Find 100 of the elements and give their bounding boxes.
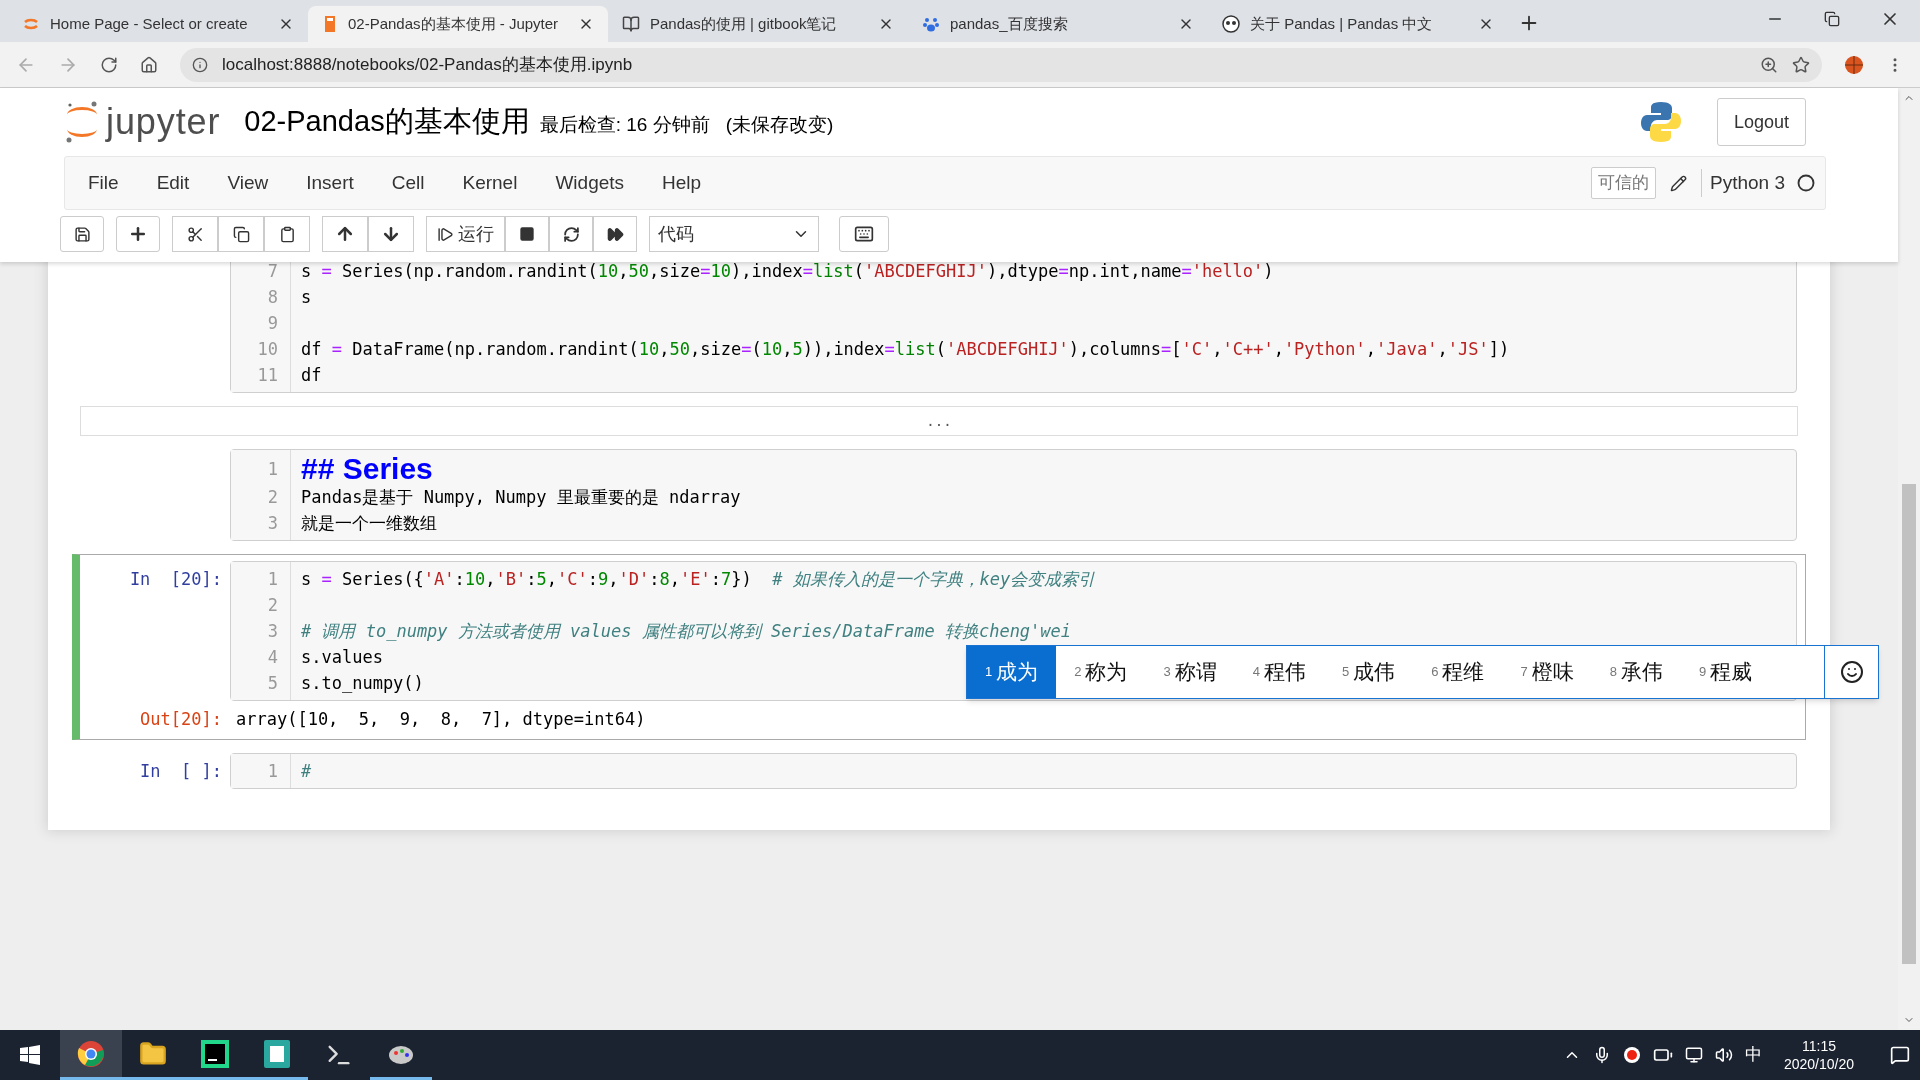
line-number: 9 bbox=[267, 312, 278, 335]
book-icon bbox=[622, 15, 640, 33]
notebook-cell[interactable]: 1 2 3 ## Series Pandas是基于 Numpy, Numpy 里最重要的是 ndarray 就是一个一维数组 bbox=[72, 442, 1806, 548]
code-editor[interactable]: 1 2 3 ## Series Pandas是基于 Numpy, Numpy 里最重要的是 ndarray 就是一个一维数组 bbox=[230, 449, 1797, 541]
code-editor[interactable]: 1 # bbox=[230, 752, 1797, 789]
notification-icon[interactable] bbox=[1890, 1045, 1910, 1065]
menu-item[interactable]: Insert bbox=[287, 168, 373, 198]
panda-icon bbox=[1222, 15, 1240, 33]
candidate-number: 1 bbox=[985, 663, 993, 682]
tab-title: 关于 Pandas | Pandas 中文 bbox=[1250, 13, 1434, 34]
line-number: 11 bbox=[257, 364, 278, 387]
line-number: 1 bbox=[267, 568, 278, 591]
save-button[interactable] bbox=[60, 216, 104, 252]
trusted-indicator[interactable]: 可信的 bbox=[1591, 167, 1656, 199]
interrupt-button[interactable] bbox=[505, 216, 549, 252]
windows-logo-icon[interactable] bbox=[20, 1045, 40, 1065]
input-mode[interactable]: 中 bbox=[1744, 1042, 1762, 1068]
code-line: df = DataFrame(np.random.randint(10,50,size=(10,5)),index=list('ABCDEFGHIJ'),columns=['C','C++','Python','Java','JS']) bbox=[301, 338, 1510, 361]
tab-title: Home Page - Select or create bbox=[50, 13, 249, 34]
run-all-button[interactable] bbox=[593, 216, 637, 252]
checkpoint-status: 最后检查: 16 分钟前 bbox=[539, 112, 710, 137]
ime-candidate[interactable]: 9 程威 bbox=[1680, 646, 1771, 698]
restart-button[interactable] bbox=[549, 216, 593, 252]
zoom-icon[interactable] bbox=[1760, 55, 1778, 74]
ime-candidate[interactable]: 2 称为 bbox=[1056, 646, 1146, 698]
scrollbar-thumb[interactable] bbox=[1902, 484, 1916, 964]
ball-icon[interactable] bbox=[1844, 54, 1864, 75]
copy-button[interactable] bbox=[218, 216, 264, 252]
ime-candidate[interactable]: 5 成伟 bbox=[1323, 646, 1414, 698]
ime-candidate[interactable]: 8 承伟 bbox=[1591, 646, 1681, 698]
reload-icon[interactable] bbox=[100, 55, 118, 74]
candidate-number: 3 bbox=[1163, 663, 1171, 682]
menu-item[interactable]: Kernel bbox=[443, 168, 537, 198]
address-bar[interactable]: localhost:8888/notebooks/02-Pandas的基本使用.ipynb bbox=[180, 47, 1822, 82]
move-down-button[interactable] bbox=[368, 216, 414, 252]
candidate-text: 程伟 bbox=[1263, 659, 1306, 686]
paste-button[interactable] bbox=[264, 216, 310, 252]
browser-tab[interactable]: 02-Pandas的基本使用 - Jupyter bbox=[308, 6, 608, 42]
url-text: localhost:8888/notebooks/02-Pandas的基本使用.ipynb bbox=[222, 53, 634, 76]
cut-button[interactable] bbox=[172, 216, 218, 252]
code-line: df bbox=[301, 364, 322, 387]
browser-tab[interactable]: 关于 Pandas | Pandas 中文 bbox=[1208, 6, 1508, 42]
scissors-icon bbox=[186, 225, 204, 243]
browser-tab[interactable]: Pandas的使用 | gitbook笔记 bbox=[608, 6, 908, 42]
restore-icon[interactable] bbox=[1824, 11, 1840, 27]
ime-candidate[interactable]: 4 程伟 bbox=[1234, 646, 1324, 698]
candidate-text: 成伟 bbox=[1353, 659, 1396, 686]
kernel-name: Python 3 bbox=[1701, 168, 1785, 198]
python-logo-icon bbox=[1638, 100, 1683, 144]
info-icon[interactable] bbox=[192, 56, 208, 73]
ime-candidate[interactable]: 6 程维 bbox=[1413, 646, 1503, 698]
step-forward-icon bbox=[437, 225, 454, 243]
keyboard-shortcuts-button[interactable] bbox=[839, 216, 889, 252]
record-icon[interactable] bbox=[1622, 1046, 1641, 1064]
pencil-icon[interactable] bbox=[1670, 174, 1687, 192]
candidate-text: 称为 bbox=[1085, 659, 1128, 686]
book-icon bbox=[322, 15, 338, 33]
menu-item[interactable]: View bbox=[208, 168, 288, 198]
candidate-number: 5 bbox=[1341, 663, 1350, 682]
menu-item[interactable]: Cell bbox=[372, 168, 444, 198]
ime-candidate[interactable]: 1 成为 bbox=[967, 646, 1057, 698]
line-number: 2 bbox=[267, 594, 278, 617]
collapsed-output[interactable]: ... bbox=[80, 406, 1798, 436]
line-number: 4 bbox=[267, 646, 278, 669]
browser-tab[interactable]: pandas_百度搜索 bbox=[908, 6, 1208, 42]
notebook-cell[interactable]: In [ ]: 1 # bbox=[72, 745, 1806, 796]
taskbar-app[interactable] bbox=[60, 1030, 122, 1080]
line-number: 1 bbox=[267, 759, 278, 783]
candidate-number: 9 bbox=[1698, 663, 1707, 682]
logout-button[interactable]: Logout bbox=[1716, 98, 1806, 146]
autosave-status: (未保存改变) bbox=[725, 112, 834, 137]
tab-title: Pandas的使用 | gitbook笔记 bbox=[650, 13, 838, 34]
plus-icon bbox=[128, 224, 148, 244]
line-number: 3 bbox=[267, 620, 278, 643]
cell-type-select[interactable]: 代码 bbox=[649, 216, 819, 252]
star-icon[interactable] bbox=[1792, 55, 1810, 74]
stop-icon bbox=[519, 226, 535, 242]
candidate-text: 程威 bbox=[1710, 659, 1753, 686]
network-icon[interactable] bbox=[1684, 1046, 1703, 1064]
jupyter-wordmark[interactable]: jupyter bbox=[106, 95, 221, 149]
emoji-icon[interactable] bbox=[1839, 660, 1864, 684]
menu-item[interactable]: File bbox=[69, 168, 138, 198]
run-button[interactable]: 运行 bbox=[426, 216, 505, 252]
line-number: 7 bbox=[267, 262, 278, 283]
ime-candidate[interactable]: 3 称谓 bbox=[1145, 646, 1235, 698]
menu-item[interactable]: Edit bbox=[137, 168, 209, 198]
move-up-button[interactable] bbox=[322, 216, 368, 252]
paw-icon bbox=[922, 15, 940, 33]
menu-item[interactable]: Help bbox=[643, 168, 721, 198]
home-icon[interactable] bbox=[140, 55, 158, 74]
clock[interactable]: 11:15 2020/10/20 bbox=[1773, 1037, 1864, 1073]
code-line: s bbox=[301, 286, 312, 309]
menu-item[interactable]: Widgets bbox=[536, 168, 644, 198]
notebook-title[interactable]: 02-Pandas的基本使用 bbox=[244, 100, 530, 144]
insert-cell-button[interactable] bbox=[116, 216, 160, 252]
kernel-idle-icon bbox=[1797, 174, 1815, 192]
ime-candidate[interactable]: 7 橙味 bbox=[1502, 646, 1592, 698]
volume-icon[interactable] bbox=[1714, 1046, 1733, 1064]
browser-tab[interactable]: Home Page - Select or create bbox=[8, 6, 308, 42]
scrollbar[interactable] bbox=[1898, 88, 1920, 1030]
